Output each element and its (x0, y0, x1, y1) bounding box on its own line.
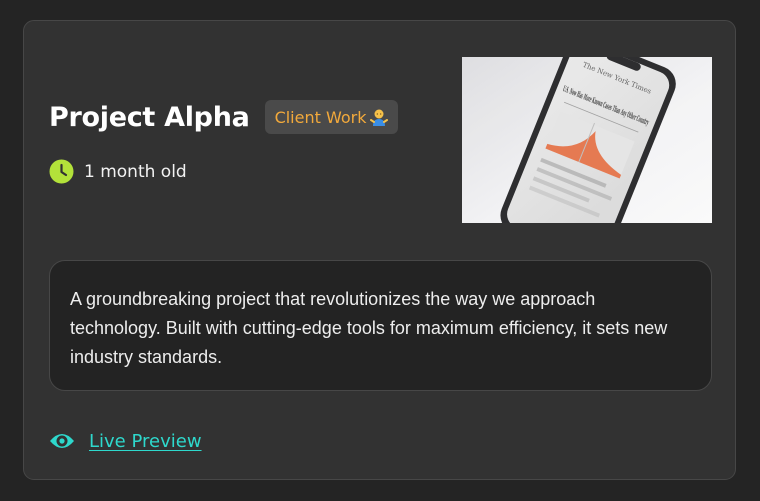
badge-label: Client Work (274, 107, 367, 127)
project-age: 1 month old (84, 161, 187, 182)
clock-icon (49, 159, 74, 184)
project-description: A groundbreaking project that revolution… (70, 289, 668, 367)
category-badge: Client Work (264, 100, 399, 134)
title-row: Project Alpha Client Work (49, 100, 399, 134)
project-card: Project Alpha Client Work 1 month old Th… (23, 20, 736, 480)
project-thumbnail: The New York Times U.S. Now Has More Kno… (462, 57, 712, 223)
person-shrugging-icon (370, 109, 389, 126)
project-title: Project Alpha (49, 101, 250, 133)
live-preview-row[interactable]: Live Preview (49, 428, 202, 454)
description-box: A groundbreaking project that revolution… (49, 260, 712, 391)
eye-icon (50, 434, 74, 448)
live-preview-link[interactable]: Live Preview (89, 431, 202, 452)
age-row: 1 month old (49, 159, 187, 184)
